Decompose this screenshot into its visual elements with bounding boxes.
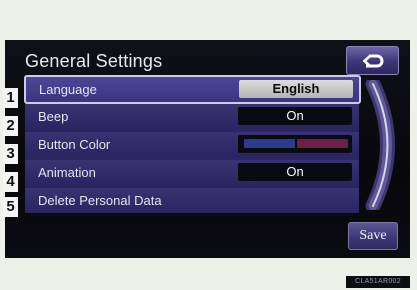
language-value-button[interactable]: English [239,80,353,98]
setting-row-language[interactable]: Language English [24,75,361,104]
setting-label-language: Language [39,82,97,97]
settings-list: Language English Beep On Button Color An… [24,75,361,213]
general-settings-screen: General Settings Language English Beep O… [5,40,410,258]
setting-label-animation: Animation [38,165,96,180]
back-button[interactable] [346,46,399,75]
setting-label-beep: Beep [38,109,69,124]
setting-label-button-color: Button Color [38,137,111,152]
callout-number-2: 2 [3,116,18,136]
callout-number-4: 4 [3,172,18,192]
setting-row-animation[interactable]: Animation On [25,160,359,185]
callout-number-3: 3 [3,144,18,164]
page-title: General Settings [25,51,163,71]
color-swatch-blue [244,139,295,148]
figure-code-label: CLA51AR002 [346,276,410,288]
callout-number-1: 1 [3,88,18,108]
setting-row-button-color[interactable]: Button Color [25,132,359,157]
setting-row-beep[interactable]: Beep On [25,104,359,129]
setting-label-delete-personal-data: Delete Personal Data [38,193,162,208]
scroll-arc[interactable] [365,80,403,210]
callout-number-5: 5 [3,197,18,217]
button-color-value-button[interactable] [238,135,352,153]
color-swatch-purple [297,139,348,148]
back-arrow-icon [362,54,383,67]
animation-value-button[interactable]: On [238,163,352,181]
setting-row-delete-personal-data[interactable]: Delete Personal Data [25,188,359,213]
beep-value-button[interactable]: On [238,107,352,125]
save-button[interactable]: Save [348,222,398,250]
